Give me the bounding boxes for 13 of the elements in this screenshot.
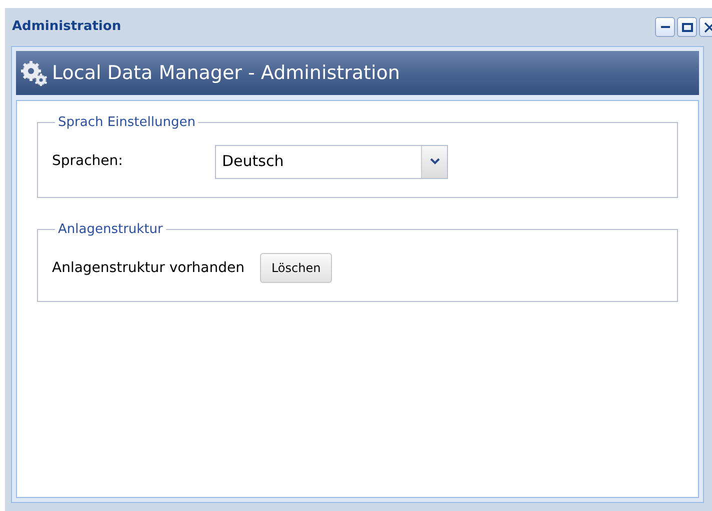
- chevron-down-icon: [430, 158, 440, 165]
- group-title: Anlagenstruktur: [57, 220, 164, 238]
- close-icon: [704, 22, 712, 32]
- delete-button[interactable]: Löschen: [260, 253, 332, 283]
- maximize-button[interactable]: [677, 17, 697, 37]
- field-label: Sprachen:: [52, 152, 124, 171]
- header-title: Local Data Manager - Administration: [52, 60, 400, 86]
- language-dropdown[interactable]: Deutsch: [215, 144, 448, 178]
- status-text: Anlagenstruktur vorhanden: [52, 258, 244, 278]
- group-title: Sprach Einstellungen: [57, 114, 196, 132]
- minimize-button[interactable]: [655, 17, 675, 37]
- window-title: Administration: [12, 18, 122, 36]
- gears-icon: [20, 60, 48, 86]
